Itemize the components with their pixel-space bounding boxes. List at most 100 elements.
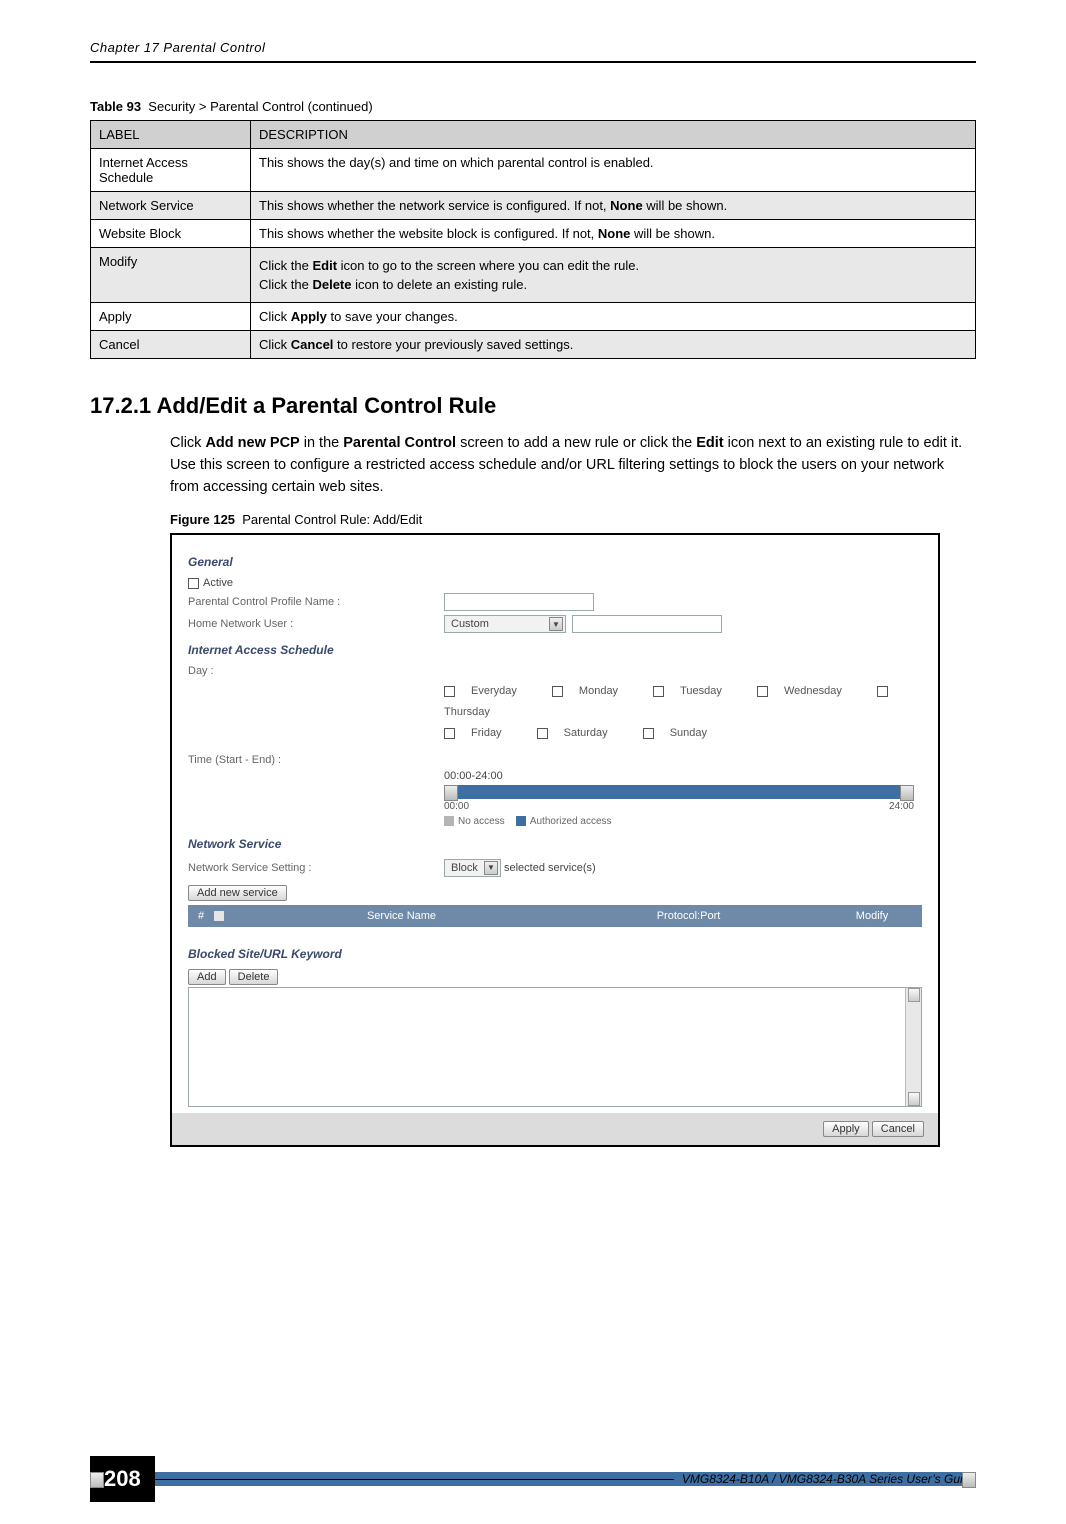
table-row-bold: Cancel: [291, 337, 334, 352]
table-row-desc: Click Cancel to restore your previously …: [251, 331, 976, 359]
day-option: Thursday: [444, 706, 490, 718]
service-setting-label: Network Service Setting :: [188, 862, 444, 874]
continued-table-caption: Table 93 Security > Parental Control (co…: [90, 99, 976, 114]
body-text: Click: [170, 435, 205, 451]
table-row-text: to save your changes.: [327, 309, 458, 324]
day-option: Tuesday: [680, 685, 722, 697]
day-checkbox-group: Everyday Monday Tuesday Wednesday Thursd…: [444, 681, 922, 744]
page-number: 208: [90, 1456, 155, 1502]
service-setting-select[interactable]: Block ▼: [444, 859, 501, 877]
legend-authorized-label: Authorized access: [530, 816, 612, 827]
home-user-label: Home Network User :: [188, 618, 444, 630]
time-tick-start: 00:00: [444, 801, 469, 812]
group-schedule: Internet Access Schedule: [188, 643, 922, 657]
table-row-label: Website Block: [91, 220, 251, 248]
chapter-running-header: Chapter 17 Parental Control: [90, 40, 976, 61]
table-row-text: This shows whether the network service i…: [259, 198, 610, 213]
listbox-scrollbar[interactable]: [905, 988, 921, 1106]
add-button[interactable]: Add: [188, 969, 226, 985]
legend-noaccess-swatch: [444, 816, 454, 826]
body-bold: Parental Control: [343, 435, 456, 451]
day-tuesday-checkbox[interactable]: [653, 686, 664, 697]
service-setting-value: Block: [451, 862, 478, 874]
group-network-service: Network Service: [188, 837, 922, 851]
active-checkbox[interactable]: [188, 578, 199, 589]
service-col-number: #: [198, 910, 204, 922]
section-heading: 17.2.1 Add/Edit a Parental Control Rule: [90, 393, 976, 419]
service-table-header: # Service Name Protocol:Port Modify: [188, 905, 922, 927]
table-row-text: Click the: [259, 258, 312, 273]
chevron-down-icon: ▼: [484, 861, 498, 875]
continued-table: LABEL DESCRIPTION Internet Access Schedu…: [90, 120, 976, 359]
legend-noaccess-label: No access: [458, 816, 505, 827]
group-general: General: [188, 555, 922, 569]
apply-button[interactable]: Apply: [823, 1121, 869, 1137]
day-friday-checkbox[interactable]: [444, 728, 455, 739]
table-row-text: will be shown.: [630, 226, 715, 241]
table-row-text: Click: [259, 309, 291, 324]
day-wednesday-checkbox[interactable]: [757, 686, 768, 697]
table-row-text: Click: [259, 337, 291, 352]
table-row-label: Internet Access Schedule: [91, 149, 251, 192]
day-monday-checkbox[interactable]: [552, 686, 563, 697]
chevron-down-icon: ▼: [549, 617, 563, 631]
time-legend: No access Authorized access: [444, 816, 914, 827]
active-label: Active: [203, 577, 233, 589]
time-range-text: 00:00-24:00: [444, 770, 914, 782]
table-row-text: to restore your previously saved setting…: [333, 337, 573, 352]
parental-control-rule-screenshot: General Active Parental Control Profile …: [170, 533, 940, 1147]
day-option: Sunday: [670, 727, 707, 739]
table-row-desc: Click the Edit icon to go to the screen …: [251, 248, 976, 303]
table-row-label: Cancel: [91, 331, 251, 359]
table-row-text: will be shown.: [643, 198, 728, 213]
select-all-checkbox[interactable]: [214, 911, 224, 921]
day-thursday-checkbox[interactable]: [877, 686, 888, 697]
table-row-text: Click the: [259, 277, 312, 292]
page-footer: 208 VMG8324-B10A / VMG8324-B30A Series U…: [90, 1472, 976, 1486]
day-option: Monday: [579, 685, 618, 697]
day-option: Saturday: [564, 727, 608, 739]
profile-name-input[interactable]: [444, 593, 594, 611]
figure-caption: Figure 125 Parental Control Rule: Add/Ed…: [170, 512, 976, 527]
home-user-value: Custom: [451, 618, 489, 630]
continued-table-head-desc: DESCRIPTION: [251, 121, 976, 149]
table-row-desc: Click Apply to save your changes.: [251, 303, 976, 331]
table-row-bold: None: [610, 198, 643, 213]
table-row-text: icon to go to the screen where you can e…: [337, 258, 639, 273]
service-setting-tail: selected service(s): [504, 862, 596, 874]
cancel-button[interactable]: Cancel: [872, 1121, 924, 1137]
scroll-down-icon[interactable]: [908, 1092, 920, 1106]
home-user-select[interactable]: Custom ▼: [444, 615, 566, 633]
time-range-slider[interactable]: [444, 785, 914, 799]
day-option: Friday: [471, 727, 502, 739]
table-row-desc: This shows the day(s) and time on which …: [251, 149, 976, 192]
table-row-text: icon to delete an existing rule.: [352, 277, 528, 292]
add-new-service-button[interactable]: Add new service: [188, 885, 287, 901]
guide-title: VMG8324-B10A / VMG8324-B30A Series User’…: [674, 1472, 976, 1486]
table-row-desc: This shows whether the website block is …: [251, 220, 976, 248]
blocked-keyword-listbox[interactable]: [188, 987, 922, 1107]
body-text: screen to add a new rule or click the: [456, 435, 696, 451]
service-col-proto: Protocol:Port: [545, 910, 832, 922]
day-label: Day :: [188, 665, 444, 677]
scroll-up-icon[interactable]: [908, 988, 920, 1002]
day-saturday-checkbox[interactable]: [537, 728, 548, 739]
day-everyday-checkbox[interactable]: [444, 686, 455, 697]
day-option: Everyday: [471, 685, 517, 697]
figure-number: Figure 125: [170, 512, 235, 527]
table-row-bold: Edit: [312, 258, 337, 273]
home-user-extra-input[interactable]: [572, 615, 722, 633]
delete-button[interactable]: Delete: [229, 969, 279, 985]
table-row-desc: This shows whether the network service i…: [251, 192, 976, 220]
profile-name-label: Parental Control Profile Name :: [188, 596, 444, 608]
table-row-label: Modify: [91, 248, 251, 303]
time-tick-end: 24:00: [889, 801, 914, 812]
group-blocked-site: Blocked Site/URL Keyword: [188, 947, 922, 961]
body-bold: Edit: [696, 435, 723, 451]
continued-table-number: Table 93: [90, 99, 141, 114]
table-row-bold: None: [598, 226, 631, 241]
table-row-label: Apply: [91, 303, 251, 331]
day-sunday-checkbox[interactable]: [643, 728, 654, 739]
continued-table-head-label: LABEL: [91, 121, 251, 149]
time-label: Time (Start - End) :: [188, 754, 444, 766]
